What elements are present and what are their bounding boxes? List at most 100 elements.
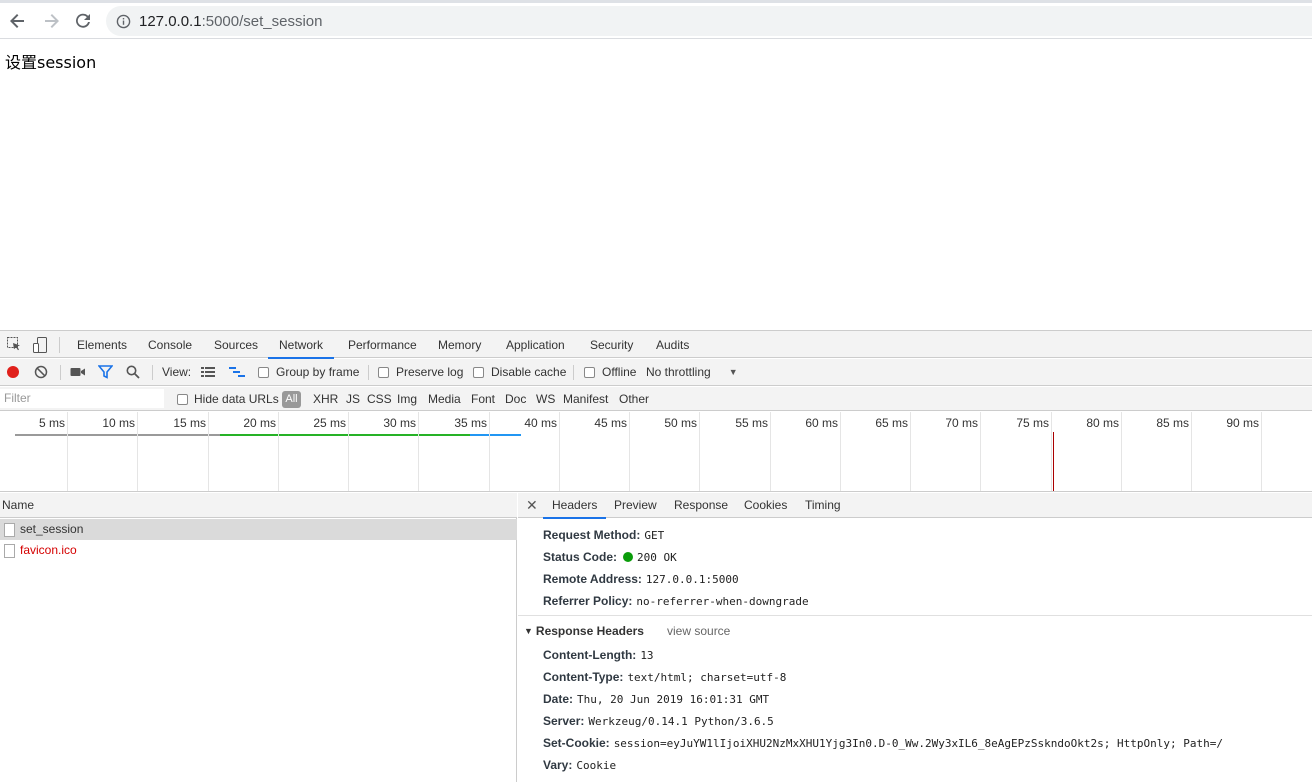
timeline-gridline xyxy=(910,412,911,491)
overview-button[interactable] xyxy=(229,359,245,385)
screenshot-capture-button[interactable] xyxy=(70,359,86,385)
video-camera-icon xyxy=(70,368,85,376)
checkbox-icon[interactable] xyxy=(584,366,595,378)
tab-sources[interactable]: Sources xyxy=(214,331,258,358)
request-row-set-session[interactable]: set_session xyxy=(0,519,517,540)
timeline-tick-label: 50 ms xyxy=(664,416,697,430)
filter-type-js[interactable]: JS xyxy=(346,387,360,411)
timeline-tick-label: 20 ms xyxy=(243,416,276,430)
timeline-gridline xyxy=(840,412,841,491)
filter-type-font[interactable]: Font xyxy=(471,387,495,411)
header-key: Referrer Policy: xyxy=(543,594,633,608)
timeline-gridline xyxy=(1191,412,1192,491)
reload-button[interactable] xyxy=(71,10,95,32)
forward-button[interactable] xyxy=(39,10,63,32)
throttling-value: No throttling xyxy=(646,365,711,379)
device-toolbar-icon[interactable] xyxy=(33,337,47,356)
tab-performance[interactable]: Performance xyxy=(348,331,417,358)
header-value: session=eyJuYW1lIjoiXHU2NzMxXHU1Yjg3In0.… xyxy=(613,737,1223,750)
inspect-element-icon[interactable] xyxy=(7,337,21,354)
response-header-row: Date: Thu, 20 Jun 2019 16:01:31 GMT xyxy=(543,690,769,708)
tab-preview[interactable]: Preview xyxy=(614,493,657,518)
header-referrer-policy: Referrer Policy: no-referrer-when-downgra… xyxy=(543,592,809,610)
header-value: 13 xyxy=(640,649,654,662)
throttling-select[interactable]: No throttling ▼ xyxy=(646,359,738,385)
hide-data-urls-checkbox[interactable]: Hide data URLs xyxy=(177,387,279,411)
clear-button[interactable] xyxy=(34,359,48,385)
filter-type-manifest[interactable]: Manifest xyxy=(563,387,608,411)
browser-toolbar: 127.0.0.1:5000/set_session xyxy=(0,3,1312,39)
timeline-gridline xyxy=(699,412,700,491)
tab-elements[interactable]: Elements xyxy=(77,331,127,358)
response-header-row: Content-Length: 13 xyxy=(543,646,654,664)
tab-cookies[interactable]: Cookies xyxy=(744,493,787,518)
header-value: 200 OK xyxy=(637,551,677,564)
tab-network[interactable]: Network xyxy=(267,331,335,359)
timeline-tick-label: 55 ms xyxy=(735,416,768,430)
devtools-tabbar: Elements Console Sources Network Perform… xyxy=(0,331,1312,359)
filter-type-other[interactable]: Other xyxy=(619,387,649,411)
tab-headers[interactable]: Headers xyxy=(542,493,607,519)
network-overview-timeline[interactable]: 5 ms 10 ms 15 ms 20 ms 25 ms 30 ms 35 ms 40 ms 4… xyxy=(0,412,1312,492)
request-row-favicon[interactable]: favicon.ico xyxy=(0,540,517,561)
timeline-tick-label: 45 ms xyxy=(594,416,627,430)
timeline-bar-download xyxy=(470,434,521,436)
tab-application[interactable]: Application xyxy=(506,331,565,358)
tab-security[interactable]: Security xyxy=(590,331,633,358)
filter-input[interactable]: Filter xyxy=(0,389,164,408)
request-list: Name set_session favicon.ico xyxy=(0,493,517,782)
view-source-link[interactable]: view source xyxy=(667,622,730,640)
response-headers-toggle[interactable]: ▼ Response Headers xyxy=(524,622,644,640)
disable-cache-checkbox[interactable]: Disable cache xyxy=(473,359,566,385)
funnel-icon xyxy=(98,365,113,379)
preserve-log-label: Preserve log xyxy=(396,365,464,379)
large-rows-button[interactable] xyxy=(201,359,215,385)
timeline-tick-label: 80 ms xyxy=(1086,416,1119,430)
offline-checkbox[interactable]: Offline xyxy=(584,359,636,385)
response-header-row: Content-Type: text/html; charset=utf-8 xyxy=(543,668,786,686)
back-button[interactable] xyxy=(6,10,30,32)
search-button[interactable] xyxy=(126,359,140,385)
devtools-panel: Elements Console Sources Network Perform… xyxy=(0,330,1312,782)
toolbar-separator xyxy=(60,365,61,380)
header-status-code: Status Code: 200 OK xyxy=(543,548,677,566)
clear-icon xyxy=(34,365,48,379)
network-toolbar: View: Group by frame Preserve log Disabl… xyxy=(0,359,1312,386)
checkbox-icon[interactable] xyxy=(378,366,389,378)
filter-type-ws[interactable]: WS xyxy=(536,387,555,411)
filter-type-xhr[interactable]: XHR xyxy=(313,387,338,411)
tab-memory[interactable]: Memory xyxy=(438,331,481,358)
header-key: Set-Cookie: xyxy=(543,736,610,750)
record-button[interactable] xyxy=(6,359,20,385)
filter-type-all[interactable]: All xyxy=(282,391,301,408)
filter-type-media[interactable]: Media xyxy=(428,387,461,411)
timeline-gridline xyxy=(770,412,771,491)
url-path: :5000/set_session xyxy=(201,13,323,30)
tab-audits[interactable]: Audits xyxy=(656,331,689,358)
timeline-bar-queue xyxy=(15,434,220,436)
filter-type-doc[interactable]: Doc xyxy=(505,387,526,411)
timeline-tick-label: 15 ms xyxy=(173,416,206,430)
checkbox-icon[interactable] xyxy=(177,394,188,405)
tab-console[interactable]: Console xyxy=(148,331,192,358)
close-icon[interactable]: ✕ xyxy=(526,497,538,514)
column-header-name[interactable]: Name xyxy=(0,493,517,518)
checkbox-icon[interactable] xyxy=(473,366,484,378)
filter-type-img[interactable]: Img xyxy=(397,387,417,411)
info-icon[interactable] xyxy=(116,14,131,32)
timeline-gridline xyxy=(137,412,138,491)
address-bar[interactable]: 127.0.0.1:5000/set_session xyxy=(106,6,1312,36)
header-value: Thu, 20 Jun 2019 16:01:31 GMT xyxy=(577,693,770,706)
tab-response[interactable]: Response xyxy=(674,493,728,518)
preserve-log-checkbox[interactable]: Preserve log xyxy=(378,359,463,385)
arrow-right-icon xyxy=(45,14,59,28)
checkbox-icon[interactable] xyxy=(258,366,269,378)
filter-toggle-button[interactable] xyxy=(98,359,113,385)
header-value: text/html; charset=utf-8 xyxy=(627,671,787,684)
filter-type-css[interactable]: CSS xyxy=(367,387,392,411)
timeline-tick-label: 25 ms xyxy=(313,416,346,430)
timeline-tick-label: 70 ms xyxy=(945,416,978,430)
group-by-frame-checkbox[interactable]: Group by frame xyxy=(258,359,359,385)
tab-timing[interactable]: Timing xyxy=(805,493,841,518)
document-icon xyxy=(4,523,15,537)
